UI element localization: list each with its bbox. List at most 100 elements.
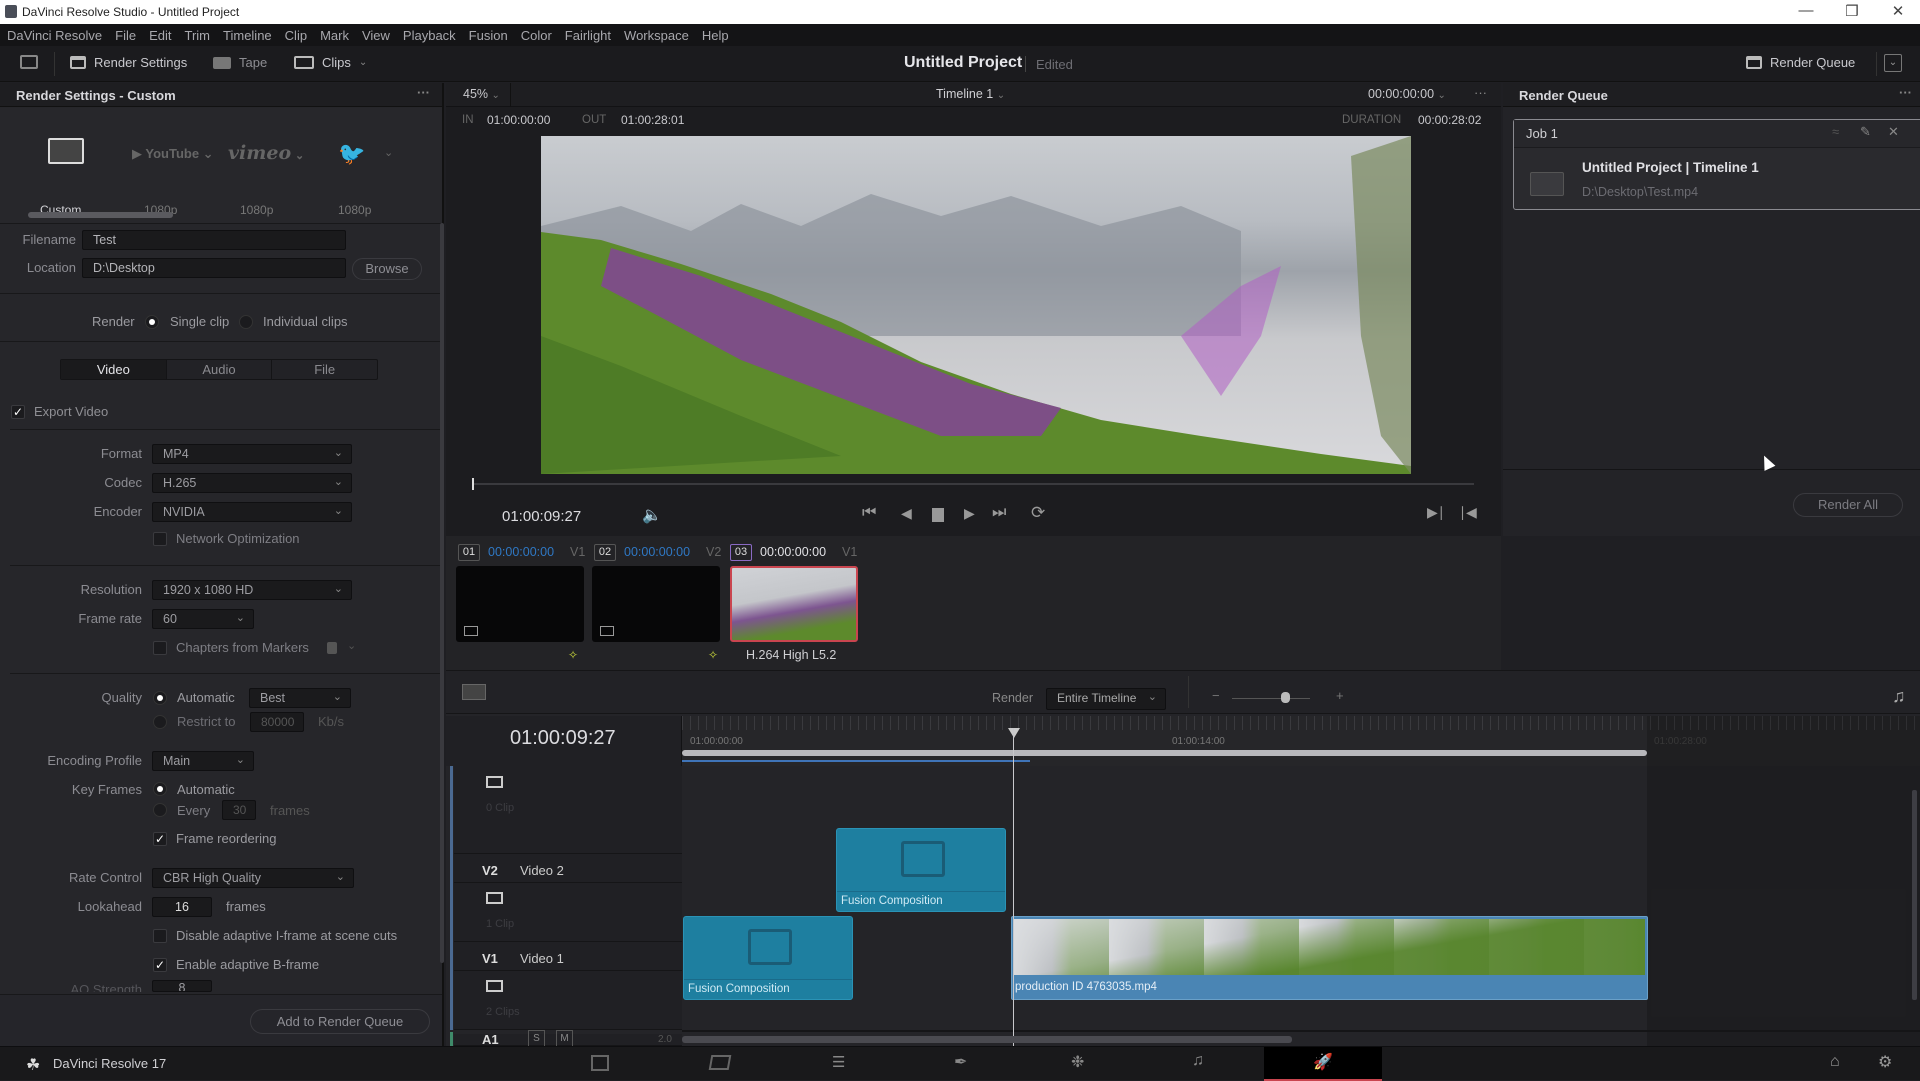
menu-view[interactable]: View — [362, 28, 390, 43]
youtube-preset[interactable]: ▶ YouTube ⌄ — [132, 146, 214, 162]
menu-mark[interactable]: Mark — [320, 28, 349, 43]
menu-fairlight[interactable]: Fairlight — [565, 28, 611, 43]
clip-thumbnail-selected[interactable] — [730, 566, 858, 642]
tab-file[interactable]: File — [271, 360, 377, 379]
bitrate-input[interactable]: 80000 — [250, 712, 304, 732]
quality-automatic-radio[interactable] — [153, 691, 167, 705]
timeline-clip-fusion-v2[interactable]: Fusion Composition — [836, 828, 1006, 912]
twitter-bird-icon[interactable]: 🐦 — [338, 141, 365, 167]
audio-note-icon[interactable]: ♫ — [1892, 686, 1906, 707]
solo-button[interactable]: S — [528, 1030, 545, 1047]
fairlight-page-icon[interactable]: ♫ — [1192, 1052, 1204, 1070]
edit-page-icon[interactable]: ☰ — [832, 1053, 845, 1071]
loop-button[interactable]: ⟳ — [1031, 503, 1045, 523]
playhead-handle[interactable] — [1008, 728, 1020, 738]
vimeo-preset[interactable]: vimeo ⌄ — [228, 142, 304, 164]
timeline-view-options-icon[interactable] — [462, 684, 486, 700]
track-name[interactable]: Video 1 — [520, 951, 564, 966]
menu-fusion[interactable]: Fusion — [469, 28, 508, 43]
timeline-clip-fusion-v1[interactable]: Fusion Composition — [683, 916, 853, 1000]
film-icon[interactable] — [486, 776, 503, 788]
network-optimization-checkbox[interactable] — [153, 532, 167, 546]
volume-icon[interactable]: 🔈 — [642, 505, 662, 525]
encoder-select[interactable]: NVIDIA ⌄ — [152, 502, 352, 522]
clip-thumbnail[interactable] — [592, 566, 720, 642]
chevron-down-icon[interactable]: ⌄ — [347, 639, 356, 652]
play-button[interactable]: ▶ — [964, 505, 975, 522]
menu-workspace[interactable]: Workspace — [624, 28, 689, 43]
prev-clip-button[interactable]: ∣◀ — [1459, 504, 1477, 521]
close-button[interactable]: ✕ — [1878, 2, 1918, 20]
jump-to-start-button[interactable]: ⏮ — [862, 504, 876, 522]
location-input[interactable]: D:\Desktop — [82, 258, 346, 278]
render-queue-options-icon[interactable]: ··· — [1899, 85, 1912, 100]
menu-trim[interactable]: Trim — [185, 28, 211, 43]
cut-page-icon[interactable] — [708, 1055, 732, 1070]
enable-bframe-checkbox[interactable]: ✓ — [153, 958, 167, 972]
clip-thumbnail[interactable] — [456, 566, 584, 642]
edit-pencil-icon[interactable]: ✎ — [1860, 124, 1871, 140]
custom-preset-icon[interactable] — [48, 138, 84, 164]
quality-select[interactable]: Best ⌄ — [249, 688, 351, 708]
playhead-line[interactable] — [1013, 728, 1014, 1046]
zoom-select[interactable]: 45% ⌄ — [463, 87, 500, 101]
film-icon[interactable] — [486, 980, 503, 992]
scrubber-playhead[interactable] — [472, 478, 474, 490]
jump-to-end-button[interactable]: ⏭ — [992, 504, 1006, 522]
menu-playback[interactable]: Playback — [403, 28, 456, 43]
filename-input[interactable]: Test — [82, 230, 346, 250]
delete-job-icon[interactable]: ✕ — [1888, 124, 1899, 140]
render-range-bar[interactable] — [682, 750, 1647, 756]
render-settings-button[interactable]: Render Settings — [70, 55, 187, 70]
render-range-select[interactable]: Entire Timeline ⌄ — [1046, 688, 1166, 710]
encoding-profile-select[interactable]: Main ⌄ — [152, 751, 254, 771]
export-video-checkbox[interactable]: ✓ — [11, 405, 25, 419]
timeline-select[interactable]: Timeline 1 ⌄ — [936, 87, 1005, 101]
color-page-icon[interactable]: ❉ — [1071, 1052, 1084, 1072]
marker-color-icon[interactable] — [327, 642, 337, 654]
fusion-page-icon[interactable]: ✒ — [954, 1052, 967, 1072]
media-page-icon[interactable] — [591, 1055, 609, 1071]
timeline-scrollbar[interactable] — [682, 1036, 1292, 1043]
resolution-select[interactable]: 1920 x 1080 HD ⌄ — [152, 580, 352, 600]
viewer-timecode-select[interactable]: 00:00:00:00 ⌄ — [1368, 87, 1446, 101]
menu-timeline[interactable]: Timeline — [223, 28, 272, 43]
viewer-options-icon[interactable]: ··· — [1474, 85, 1487, 100]
zoom-slider[interactable] — [1232, 698, 1310, 699]
track-name[interactable]: Video 2 — [520, 863, 564, 878]
lookahead-input[interactable]: 16 — [152, 897, 212, 917]
preset-scrollbar[interactable] — [28, 212, 173, 218]
panel-scrollbar[interactable] — [440, 223, 444, 963]
scrubber-bar[interactable] — [474, 483, 1474, 485]
codec-select[interactable]: H.265 ⌄ — [152, 473, 352, 493]
reverse-button[interactable]: ◀ — [901, 505, 912, 522]
disable-iframe-checkbox[interactable] — [153, 929, 167, 943]
keyframes-every-input[interactable]: 30 — [222, 800, 256, 820]
zoom-slider-handle[interactable] — [1281, 692, 1290, 703]
timeline-clip-video-v1[interactable]: production ID 4763035.mp4 — [1011, 916, 1648, 1000]
add-to-render-queue-button[interactable]: Add to Render Queue — [250, 1009, 430, 1034]
tab-audio[interactable]: Audio — [165, 360, 272, 379]
clips-button[interactable]: Clips ⌄ — [294, 55, 367, 70]
individual-clips-radio[interactable] — [239, 315, 253, 329]
render-all-button[interactable]: Render All — [1793, 493, 1903, 517]
options-menu-icon[interactable]: ··· — [417, 85, 430, 100]
monitor-toggle-icon[interactable] — [20, 55, 38, 69]
render-job-card[interactable]: Job 1 ≈ ✎ ✕ Untitled Project | Timeline … — [1513, 119, 1920, 210]
deliver-page-tab[interactable]: 🚀 — [1264, 1047, 1382, 1081]
mute-button[interactable]: M — [556, 1030, 573, 1047]
menu-color[interactable]: Color — [521, 28, 552, 43]
menu-help[interactable]: Help — [702, 28, 729, 43]
menu-file[interactable]: File — [115, 28, 136, 43]
aq-strength-input[interactable]: 8 — [152, 980, 212, 992]
restrict-to-radio[interactable] — [153, 715, 167, 729]
timeline-vertical-scrollbar[interactable] — [1912, 790, 1917, 1000]
settings-gear-icon[interactable]: ⚙ — [1878, 1052, 1892, 1072]
keyframes-every-radio[interactable] — [153, 803, 167, 817]
keyframes-automatic-radio[interactable] — [153, 782, 167, 796]
zoom-in-button[interactable]: + — [1336, 688, 1344, 703]
home-icon[interactable]: ⌂ — [1830, 1053, 1840, 1071]
chevron-down-icon[interactable]: ⌄ — [384, 146, 393, 159]
chapters-checkbox[interactable] — [153, 641, 167, 655]
remote-render-icon[interactable]: ≈ — [1832, 124, 1839, 139]
